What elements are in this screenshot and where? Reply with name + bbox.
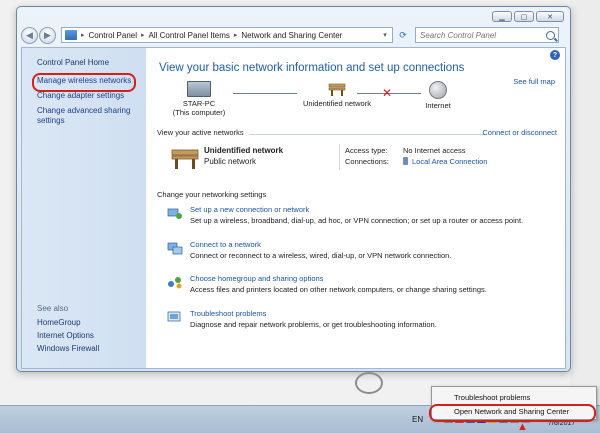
homegroup-icon [168,277,182,289]
see-also-homegroup[interactable]: HomeGroup [37,318,99,327]
map-node-internet[interactable]: Internet [413,81,463,110]
page-title: View your basic network information and … [159,62,465,74]
sidebar: Control Panel Home Manage wireless netwo… [22,48,146,368]
address-dropdown-icon[interactable]: ▾ [378,28,392,42]
see-also-windows-firewall[interactable]: Windows Firewall [37,344,99,353]
see-also-internet-options[interactable]: Internet Options [37,331,99,340]
connect-network-link[interactable]: Connect to a network [190,240,261,249]
breadcrumb-all-items[interactable]: All Control Panel Items [149,31,230,40]
active-network-type-link[interactable]: Public network [204,157,256,166]
connect-network-desc: Connect or reconnect to a wireless, wire… [190,251,452,260]
globe-icon [429,81,447,99]
active-networks-label: View your active networks [157,128,244,137]
network-sharing-window: ▁ ▢ ✕ ◀ ▶ ▸ Control Panel ▸ All Control … [16,6,571,372]
vertical-divider [339,144,340,170]
maximize-button[interactable]: ▢ [514,11,534,22]
breadcrumb-network-center[interactable]: Network and Sharing Center [241,31,342,40]
connect-network-icon [167,242,183,255]
sidebar-advanced-sharing[interactable]: Change advanced sharing settings [37,106,137,126]
sidebar-adapter-settings[interactable]: Change adapter settings [37,91,146,101]
connect-disconnect-link[interactable]: Connect or disconnect [482,128,557,137]
access-info: Access type: No Internet access Connecti… [345,146,545,168]
minimize-button[interactable]: ▁ [492,11,512,22]
access-type-label: Access type: [345,146,388,155]
forward-button[interactable]: ▶ [39,26,56,44]
window-caption-buttons: ▁ ▢ ✕ [492,11,564,22]
troubleshoot-link[interactable]: Troubleshoot problems [190,309,266,318]
tray-context-menu: Troubleshoot problems Open Network and S… [428,386,597,422]
computer-sub: (This computer) [172,108,226,117]
setup-connection-desc: Set up a wireless, broadband, dial-up, a… [190,216,524,225]
network-bench-icon [171,146,199,170]
new-connection-icon [167,208,182,219]
client-area: Control Panel Home Manage wireless netwo… [21,47,566,369]
desktop-edge [570,0,600,405]
language-indicator[interactable]: EN [412,415,423,424]
desktop-circle-icon [355,372,383,394]
back-button[interactable]: ◀ [21,26,38,44]
change-settings-label: Change your networking settings [157,190,267,199]
local-area-connection-link[interactable]: Local Area Connection [403,157,487,166]
homegroup-link[interactable]: Choose homegroup and sharing options [190,274,323,283]
access-type-value: No Internet access [403,146,466,155]
section-divider [249,134,485,135]
troubleshoot-desc: Diagnose and repair network problems, or… [190,320,437,329]
disconnected-x-icon: ✕ [382,86,393,100]
active-network-name: Unidentified network [204,146,284,155]
troubleshoot-icon [167,311,181,322]
help-icon[interactable]: ? [550,50,560,60]
sidebar-home-link[interactable]: Control Panel Home [37,58,146,68]
bench-icon [328,81,346,97]
search-icon[interactable] [546,30,555,40]
control-panel-icon [65,30,77,40]
see-also-section: See also HomeGroup Internet Options Wind… [37,304,99,357]
computer-name: STAR-PC [182,99,216,108]
ethernet-icon [403,157,408,165]
refresh-icon[interactable]: ⟳ [395,27,411,43]
breadcrumb-chevron-icon: ▸ [81,32,85,39]
breadcrumb-control-panel[interactable]: Control Panel [89,31,137,40]
network-name: Unidentified network [303,99,371,108]
see-also-header: See also [37,304,69,313]
menu-open-network-center[interactable]: Open Network and Sharing Center [428,404,597,422]
map-link-line [233,93,297,94]
main-panel: ? View your basic network information an… [157,48,565,368]
homegroup-desc: Access files and printers located on oth… [190,285,487,294]
address-bar[interactable]: ▸ Control Panel ▸ All Control Panel Item… [61,27,393,43]
network-map: STAR-PC (This computer) Unidentified net… [157,81,537,117]
sidebar-manage-wireless[interactable]: Manage wireless networks [32,73,146,92]
breadcrumb-chevron-icon: ▸ [233,32,238,39]
active-networks-header: View your active networks Connect or dis… [157,128,557,140]
breadcrumb-chevron-icon: ▸ [141,32,145,39]
menu-troubleshoot-problems[interactable]: Troubleshoot problems [454,393,530,402]
map-node-computer[interactable]: STAR-PC (This computer) [169,81,229,117]
connection-name[interactable]: Local Area Connection [412,157,487,166]
connections-label: Connections: [345,157,389,166]
search-box[interactable] [415,27,559,43]
map-node-network[interactable]: Unidentified network [289,81,385,108]
pointer-arrow-icon: ▲ [517,421,528,433]
close-button[interactable]: ✕ [536,11,564,22]
setup-connection-link[interactable]: Set up a new connection or network [190,205,309,214]
search-input[interactable] [420,30,538,40]
internet-label: Internet [425,101,451,110]
navigation-bar: ◀ ▶ ▸ Control Panel ▸ All Control Panel … [21,25,566,45]
computer-icon [187,81,211,97]
